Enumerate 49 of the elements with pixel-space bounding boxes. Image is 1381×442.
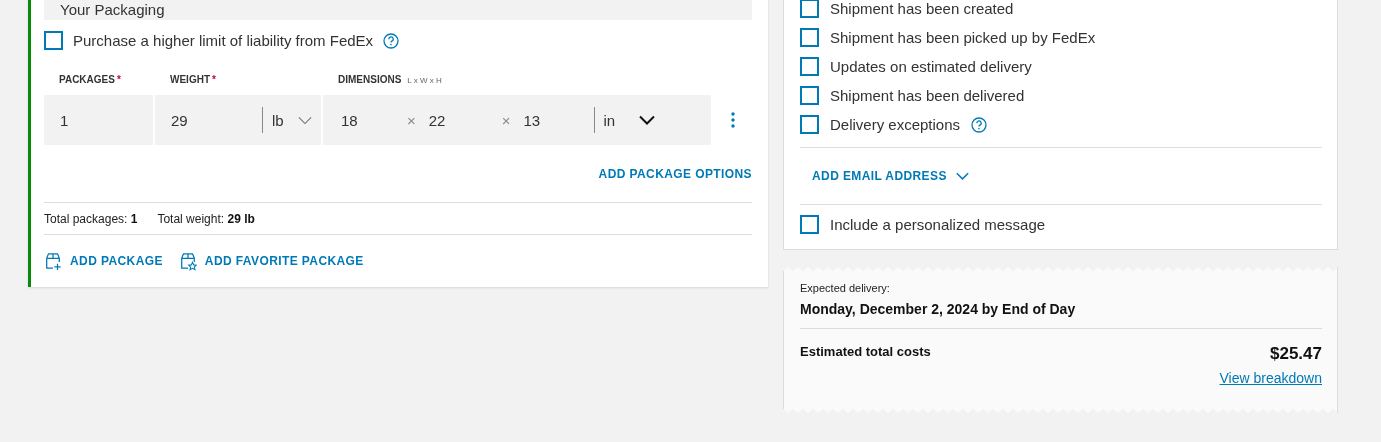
checkbox[interactable] bbox=[800, 57, 819, 76]
times-sign: × bbox=[407, 111, 416, 129]
weight-input[interactable]: 29 bbox=[155, 111, 262, 129]
add-package-link[interactable]: ADD PACKAGE bbox=[70, 254, 163, 268]
package-plus-icon bbox=[44, 251, 62, 271]
checkbox-label: Purchase a higher limit of liability from FedEx bbox=[73, 32, 374, 49]
delivery-date: Monday, December 2, 2024 by End of Day bbox=[800, 301, 1322, 329]
column-header: PACKAGES bbox=[58, 74, 115, 85]
chevron-down-icon bbox=[297, 115, 312, 125]
required-mark: * bbox=[211, 74, 216, 85]
chevron-down-icon bbox=[639, 115, 656, 125]
help-icon[interactable] bbox=[971, 116, 988, 133]
checkbox-label: Include a personalized message bbox=[830, 216, 1046, 233]
packaging-select[interactable]: Your Packaging bbox=[44, 0, 752, 20]
total-text: Total weight: 29 lb bbox=[157, 211, 255, 226]
checkbox-label: Shipment has been picked up by FedEx bbox=[830, 29, 1096, 46]
times-sign: × bbox=[501, 111, 511, 129]
checkbox-label: Shipment has been created bbox=[830, 0, 1014, 17]
checkbox-label: Updates on estimated delivery bbox=[830, 58, 1032, 75]
total-label: Estimated total costs bbox=[800, 344, 931, 359]
checkbox[interactable] bbox=[800, 115, 819, 134]
checkbox-label: Shipment has been delivered bbox=[830, 87, 1025, 104]
dimension-unit-select[interactable]: in bbox=[593, 107, 656, 133]
chevron-down-icon bbox=[955, 172, 969, 180]
column-header: WEIGHT bbox=[169, 74, 210, 85]
total-text: Total packages: 1 bbox=[44, 211, 138, 226]
delivery-label: Expected delivery: bbox=[800, 282, 891, 294]
packages-input[interactable]: 1 bbox=[44, 95, 153, 145]
weight-unit-select[interactable]: lb bbox=[262, 107, 312, 133]
package-star-icon bbox=[178, 251, 197, 271]
add-email-address-link[interactable]: ADD EMAIL ADDRESS bbox=[812, 169, 969, 183]
add-favorite-package-link[interactable]: ADD FAVORITE PACKAGE bbox=[204, 254, 364, 268]
more-options-icon[interactable] bbox=[731, 112, 735, 128]
help-icon[interactable] bbox=[383, 32, 400, 49]
add-package-options-link[interactable]: ADD PACKAGE OPTIONS bbox=[598, 167, 752, 181]
checkbox-label: Delivery exceptions bbox=[830, 116, 961, 133]
dimension-input[interactable]: 13 bbox=[510, 111, 594, 129]
dimension-input[interactable]: 22 bbox=[415, 111, 502, 129]
checkbox[interactable] bbox=[800, 28, 819, 47]
dimension-input[interactable]: 18 bbox=[323, 111, 407, 129]
column-header: DIMENSIONS bbox=[337, 74, 402, 85]
dimensions-hint: L x W x H bbox=[406, 76, 442, 85]
required-mark: * bbox=[115, 74, 121, 85]
checkbox[interactable] bbox=[800, 215, 819, 234]
view-breakdown-link[interactable]: View breakdown bbox=[1219, 370, 1322, 386]
checkbox[interactable] bbox=[44, 31, 63, 50]
checkbox[interactable] bbox=[800, 86, 819, 105]
checkbox[interactable] bbox=[800, 0, 819, 18]
total-price: $25.47 bbox=[1270, 344, 1322, 364]
